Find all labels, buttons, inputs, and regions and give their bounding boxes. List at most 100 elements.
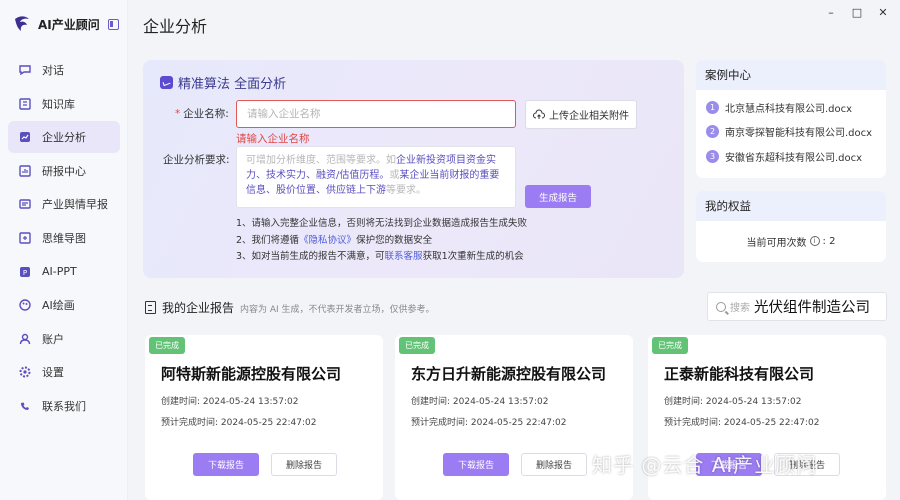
minimize-icon[interactable]: – — [822, 4, 840, 20]
analysis-title-icon — [160, 76, 173, 89]
company-name-label-text: 企业名称: — [183, 108, 229, 120]
sidebar-item-settings[interactable]: 设置 — [8, 356, 120, 388]
sidebar-item-knowledge[interactable]: 知识库 — [8, 88, 120, 120]
rights-label: 当前可用次数 — [746, 237, 807, 249]
sidebar-item-label: 知识库 — [42, 97, 75, 111]
sidebar: AI产业顾问 对话 知识库 企业分析 研报中心 产业舆情早报 思维导图 P AI… — [0, 0, 128, 500]
case-number: 1 — [706, 100, 719, 114]
req-text-mid: 或 — [389, 170, 400, 181]
rights-value: : 2 — [822, 235, 836, 247]
note-3-post: 获取1次重新生成的机会 — [422, 251, 524, 262]
note-3-pre: 3、如对当前生成的报告不满意，可 — [236, 251, 385, 262]
user-icon — [18, 332, 32, 346]
sidebar-nav: 对话 知识库 企业分析 研报中心 产业舆情早报 思维导图 P AI-PPT AI — [8, 54, 120, 424]
cloud-upload-icon — [533, 109, 545, 119]
company-name: 东方日升新能源控股有限公司 — [411, 365, 607, 383]
delete-report-button[interactable]: 删除报告 — [521, 453, 587, 476]
requirements-label: 企业分析要求: — [163, 154, 230, 166]
sidebar-item-label: 联系我们 — [42, 399, 86, 413]
sidebar-item-research[interactable]: 研报中心 — [8, 155, 120, 187]
report-card: 已完成 阿特斯新能源控股有限公司 创建时间: 2024-05-24 13:57:… — [145, 335, 383, 500]
brand: AI产业顾问 — [12, 14, 119, 34]
eta-time: 预计完成时间: 2024-05-25 22:47:02 — [411, 418, 567, 428]
panel-title-text: 精准算法 全面分析 — [178, 77, 287, 92]
search-placeholder: 搜索 — [730, 303, 750, 314]
case-name: 北京慧点科技有限公司.docx — [725, 103, 853, 115]
sidebar-item-mindmap[interactable]: 思维导图 — [8, 222, 120, 254]
panel-title: 精准算法 全面分析 — [160, 73, 286, 92]
sidebar-item-ai-paint[interactable]: AI绘画 — [8, 289, 120, 321]
note-3: 3、如对当前生成的报告不满意，可联系客服获取1次重新生成的机会 — [236, 249, 527, 266]
sidebar-item-label: 研报中心 — [42, 164, 86, 178]
eta-time: 预计完成时间: 2024-05-25 22:47:02 — [664, 418, 820, 428]
sidebar-item-label: 账户 — [42, 332, 64, 346]
case-item[interactable]: 2 南京零探智能科技有限公司.docx — [696, 120, 886, 145]
sidebar-item-label: 思维导图 — [42, 231, 86, 245]
company-name: 阿特斯新能源控股有限公司 — [161, 365, 342, 383]
note-2-post: 保护您的数据安全 — [356, 234, 433, 246]
req-text-post: 等要求。 — [386, 185, 426, 196]
case-item[interactable]: 3 安徽省东超科技有限公司.docx — [696, 144, 886, 169]
ppt-icon: P — [18, 265, 32, 279]
window-controls: – □ ✕ — [822, 4, 892, 20]
document-icon — [145, 301, 156, 314]
generate-report-button[interactable]: 生成报告 — [525, 185, 591, 208]
case-center-card: 案例中心 1 北京慧点科技有限公司.docx 2 南京零探智能科技有限公司.docx… — [696, 60, 886, 178]
case-center-title: 案例中心 — [696, 60, 886, 90]
svg-text:P: P — [23, 269, 27, 277]
case-item[interactable]: 1 北京慧点科技有限公司.docx — [696, 95, 886, 120]
news-icon — [18, 197, 32, 211]
sidebar-item-label: 产业舆情早报 — [42, 198, 108, 212]
requirements-textarea[interactable]: 可增加分析维度、范围等要求。如企业新投资项目资金实力、技术实力、融资/估值历程。… — [236, 146, 516, 208]
note-1: 1、请输入完整企业信息，否则将无法找到企业数据造成报告生成失败 — [236, 218, 528, 229]
book-icon — [18, 97, 32, 111]
download-report-button[interactable]: 下载报告 — [443, 453, 509, 476]
req-text-pre: 可增加分析维度、范围等要求。如 — [246, 155, 396, 166]
page-title: 企业分析 — [143, 17, 208, 36]
company-name-label: * 企业名称: — [175, 106, 229, 121]
search-icon — [716, 301, 726, 312]
upload-label: 上传企业相关附件 — [549, 111, 629, 122]
delete-report-button[interactable]: 删除报告 — [271, 453, 337, 476]
sidebar-item-chat[interactable]: 对话 — [8, 54, 120, 86]
watermark: 知乎 @云合 AI产业顾问 — [592, 453, 818, 477]
sidebar-item-ai-ppt[interactable]: P AI-PPT — [8, 256, 120, 288]
status-badge: 已完成 — [399, 337, 435, 354]
note-2-pre: 2、我们将遵循 — [236, 234, 300, 246]
sidebar-item-enterprise-analysis[interactable]: 企业分析 — [8, 121, 120, 154]
reports-title: 我的企业报告 — [162, 301, 235, 315]
sidebar-item-contact[interactable]: 联系我们 — [8, 390, 120, 422]
mindmap-icon — [18, 231, 32, 245]
eta-time: 预计完成时间: 2024-05-25 22:47:02 — [161, 418, 317, 428]
sidebar-item-label: AI绘画 — [42, 299, 75, 313]
sidebar-item-news[interactable]: 产业舆情早报 — [8, 188, 120, 220]
upload-attachment-button[interactable]: 上传企业相关附件 — [525, 100, 637, 129]
case-number: 3 — [706, 149, 719, 163]
sidebar-toggle-icon[interactable] — [107, 18, 119, 30]
rights-title: 我的权益 — [696, 191, 886, 221]
sidebar-item-account[interactable]: 账户 — [8, 323, 120, 355]
search-value: 光伏组件制造公司 — [754, 300, 870, 316]
rights-remaining: 当前可用次数 i : 2 — [696, 221, 886, 261]
analysis-icon — [18, 130, 32, 144]
privacy-policy-link[interactable]: 《隐私协议》 — [299, 235, 356, 246]
sidebar-item-label: 企业分析 — [42, 131, 86, 145]
chat-icon — [18, 63, 32, 77]
notes: 1、请输入完整企业信息，否则将无法找到企业数据造成报告生成失败 2、我们将遵循《… — [236, 216, 527, 266]
download-report-button[interactable]: 下载报告 — [193, 453, 259, 476]
app-name: AI产业顾问 — [38, 17, 100, 32]
info-icon[interactable]: i — [809, 236, 820, 246]
maximize-icon[interactable]: □ — [848, 4, 866, 20]
created-time: 创建时间: 2024-05-24 13:57:02 — [664, 397, 802, 407]
analysis-panel: 精准算法 全面分析 *企业名称: 请输入企业名称 上传企业相关附件 企业分析要求… — [143, 60, 684, 278]
required-star: * — [175, 108, 181, 120]
contact-support-link[interactable]: 联系客服 — [385, 251, 423, 262]
gear-icon — [18, 365, 32, 379]
company-name-input[interactable] — [236, 100, 516, 128]
company-name-error: 请输入企业名称 — [236, 133, 310, 145]
close-icon[interactable]: ✕ — [874, 4, 892, 20]
report-icon — [18, 164, 32, 178]
report-search-input[interactable]: 搜索 光伏组件制造公司 — [707, 292, 887, 321]
sidebar-item-label: 设置 — [42, 366, 64, 380]
sidebar-item-label: 对话 — [42, 64, 64, 77]
